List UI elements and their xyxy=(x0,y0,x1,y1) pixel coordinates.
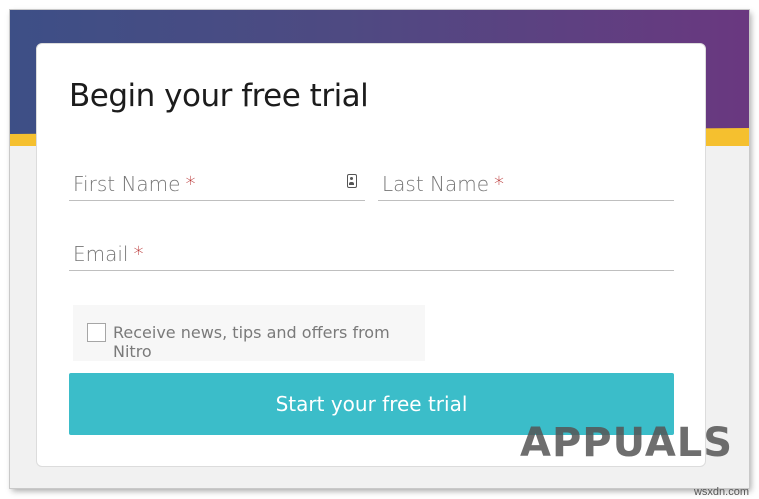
newsletter-checkbox[interactable] xyxy=(87,323,106,342)
email-field[interactable]: Email * xyxy=(69,228,674,271)
first-name-label: First Name * xyxy=(73,172,196,196)
email-label: Email * xyxy=(73,242,144,266)
window-frame: Begin your free trial First Name * Last N… xyxy=(10,10,749,488)
newsletter-label[interactable]: Receive news, tips and offers from Nitro xyxy=(113,323,425,361)
required-marker: * xyxy=(494,172,505,196)
first-name-field[interactable]: First Name * xyxy=(69,158,365,201)
required-marker: * xyxy=(185,172,196,196)
signup-card: Begin your free trial First Name * Last N… xyxy=(36,43,706,467)
newsletter-consent: Receive news, tips and offers from Nitro xyxy=(73,305,425,361)
last-name-field[interactable]: Last Name * xyxy=(378,158,674,201)
required-marker: * xyxy=(133,242,144,266)
contact-card-icon[interactable] xyxy=(347,174,357,188)
watermark-logo: APPUALS xyxy=(520,420,734,466)
last-name-label: Last Name * xyxy=(382,172,505,196)
source-label: wsxdn.com xyxy=(693,486,749,498)
form-title: Begin your free trial xyxy=(69,78,369,114)
